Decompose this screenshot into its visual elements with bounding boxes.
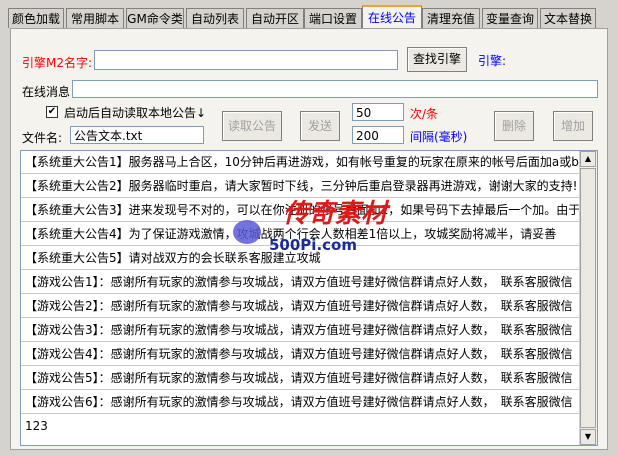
vertical-scrollbar[interactable]: ▲ ▼ [579,151,597,445]
filename-label: 文件名: [22,131,63,145]
tab-common-scripts[interactable]: 常用脚本 [66,8,124,28]
engine-name-input[interactable] [94,50,398,70]
filename-input[interactable]: 公告文本.txt [70,126,204,144]
list-item[interactable]: 【游戏公告5】：感谢所有玩家的激情参与攻城战，请双方值班号建好微信群请点好人数，… [21,367,581,390]
list-item[interactable]: 【游戏公告2】：感谢所有玩家的激情参与攻城战，请双方值班号建好微信群请点好人数，… [21,295,581,318]
interval-unit: 间隔(毫秒) [410,130,468,144]
list-item[interactable]: 【系统重大公告1】服务器马上合区，10分钟后再进游戏，如有帐号重复的玩家在原来的… [21,151,581,174]
repeat-count-unit: 次/条 [410,107,439,121]
online-message-input[interactable] [72,80,598,98]
tab-online-announcement[interactable]: 在线公告 [362,5,422,30]
scroll-thumb[interactable] [580,168,596,428]
list-item[interactable]: 【游戏公告6】：感谢所有玩家的激情参与攻城战，请双方值班号建好微信群请点好人数，… [21,391,581,414]
auto-read-label: 启动后自动读取本地公告↓ [64,106,207,120]
auto-read-checkbox[interactable]: ✔ [46,106,58,118]
tab-gm-commands[interactable]: GM命令类 [126,8,184,28]
tab-color-load[interactable]: 颜色加载 [8,8,64,28]
list-item[interactable]: 【游戏公告1】：感谢所有玩家的激情参与攻城战，请双方值班号建好微信群请点好人数，… [21,271,581,294]
tab-variable-query[interactable]: 变量查询 [482,8,538,28]
logo-emblem-icon [233,220,261,244]
send-button[interactable]: 发送 [300,111,340,141]
list-item[interactable]: 123 [21,415,581,438]
scroll-up-icon[interactable]: ▲ [580,151,596,167]
list-item[interactable]: 【游戏公告4】：感谢所有玩家的激情参与攻城战，请双方值班号建好微信群请点好人数，… [21,343,581,366]
list-item[interactable]: 【游戏公告3】：感谢所有玩家的激情参与攻城战，请双方值班号建好微信群请点好人数，… [21,319,581,342]
delete-button[interactable]: 删除 [494,111,534,141]
add-button[interactable]: 增加 [553,111,593,141]
interval-input[interactable]: 200 [352,126,404,144]
find-engine-button[interactable]: 查找引擎 [407,47,467,72]
tab-auto-list[interactable]: 自动列表 [186,8,244,28]
tab-text-replace[interactable]: 文本替换 [540,8,596,28]
watermark-logo: 传奇素材 500Pi.com [233,199,391,254]
tab-auto-open-server[interactable]: 自动开区 [246,8,304,28]
scroll-down-icon[interactable]: ▼ [580,429,596,445]
engine-name-label: 引擎M2名字: [22,56,93,70]
tab-port-settings[interactable]: 端口设置 [304,8,362,28]
watermark-url: 500Pi.com [269,236,357,254]
tab-clear-recharge[interactable]: 清理充值 [422,8,480,28]
engine-label: 引擎: [478,54,507,68]
watermark-title: 传奇素材 [283,199,391,229]
online-message-label: 在线消息 [22,85,71,99]
read-announcement-button[interactable]: 读取公告 [222,111,282,141]
repeat-count-input[interactable]: 50 [352,103,404,121]
